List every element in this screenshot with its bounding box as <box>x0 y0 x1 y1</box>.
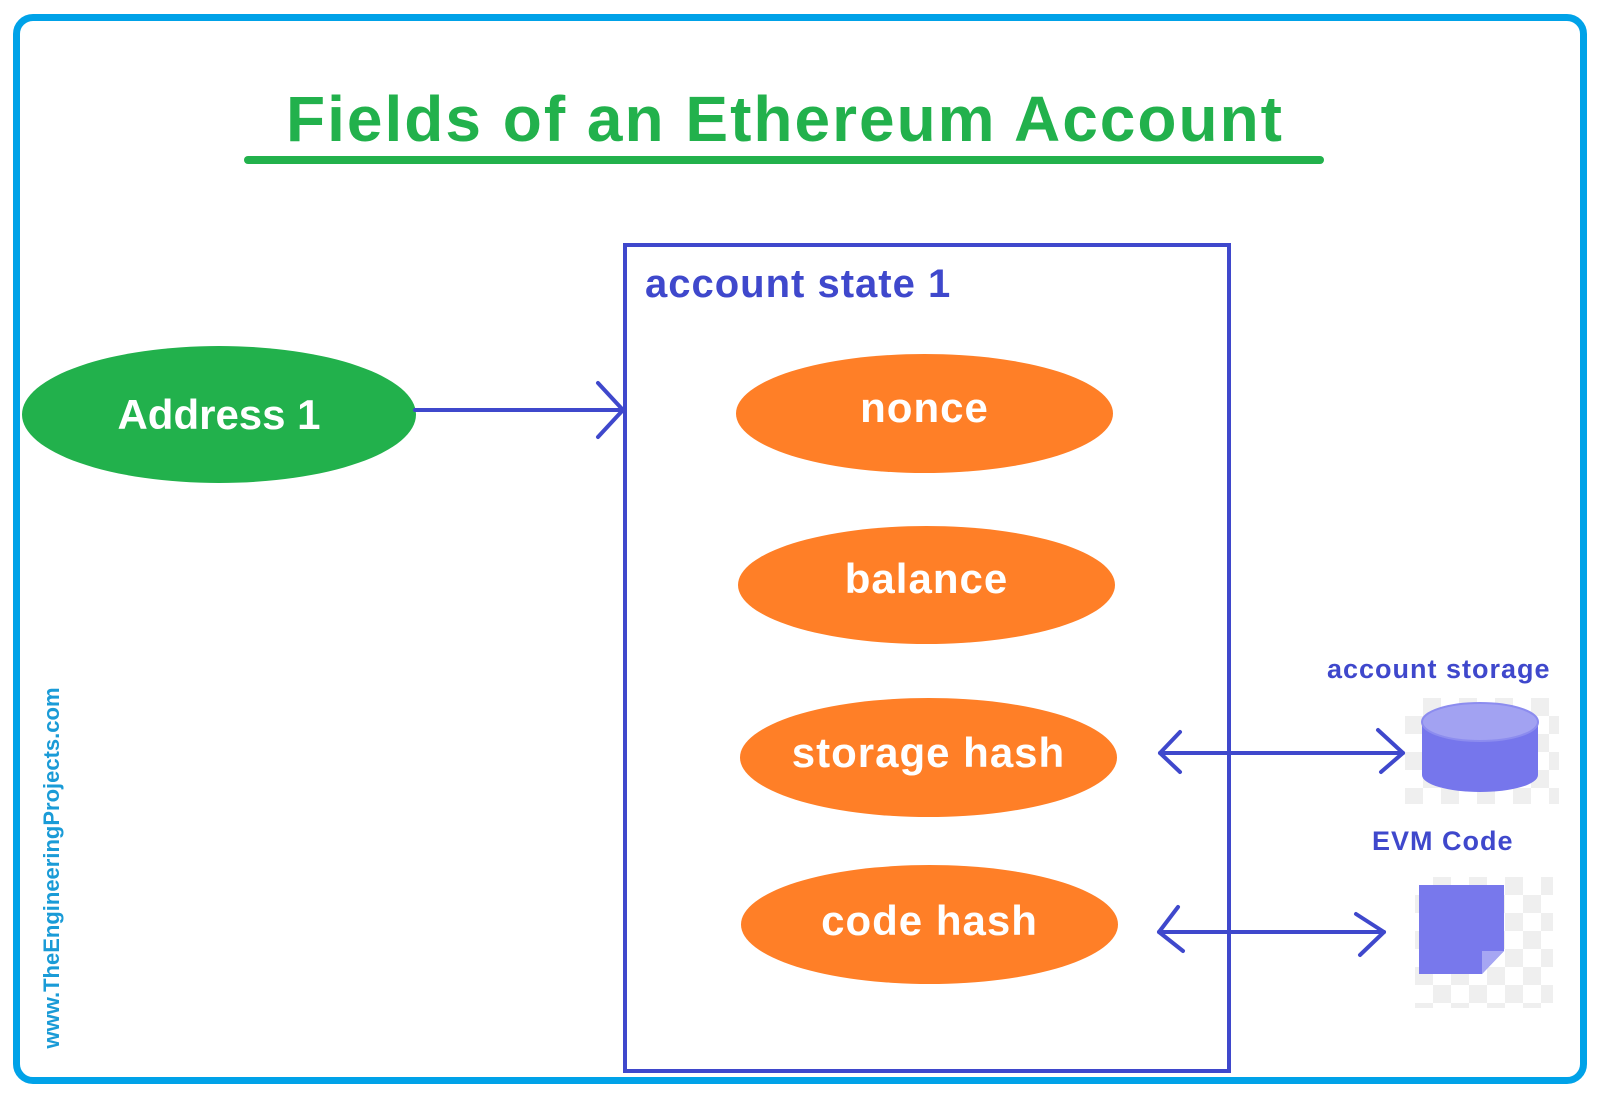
field-node-code-hash: code hash <box>741 865 1118 984</box>
document-icon-background <box>1415 877 1553 1008</box>
address-label: Address 1 <box>117 390 321 438</box>
address-node: Address 1 <box>22 346 416 483</box>
field-node-nonce: nonce <box>736 354 1113 473</box>
account-state-label: account state 1 <box>645 262 952 306</box>
field-node-storage-hash: storage hash <box>740 698 1117 817</box>
field-node-balance: balance <box>738 526 1115 644</box>
evm-code-label: EVM Code <box>1372 826 1514 856</box>
field-label-nonce: nonce <box>860 383 989 431</box>
watermark: www.TheEngineeringProjects.com <box>39 687 64 1049</box>
database-icon-background <box>1405 698 1559 804</box>
diagram-title: Fields of an Ethereum Account <box>286 83 1284 155</box>
account-storage-label: account storage <box>1327 654 1551 684</box>
title-underline <box>244 156 1324 164</box>
field-label-storage-hash: storage hash <box>791 728 1066 776</box>
field-label-balance: balance <box>844 555 1009 602</box>
field-label-code-hash: code hash <box>821 896 1038 944</box>
